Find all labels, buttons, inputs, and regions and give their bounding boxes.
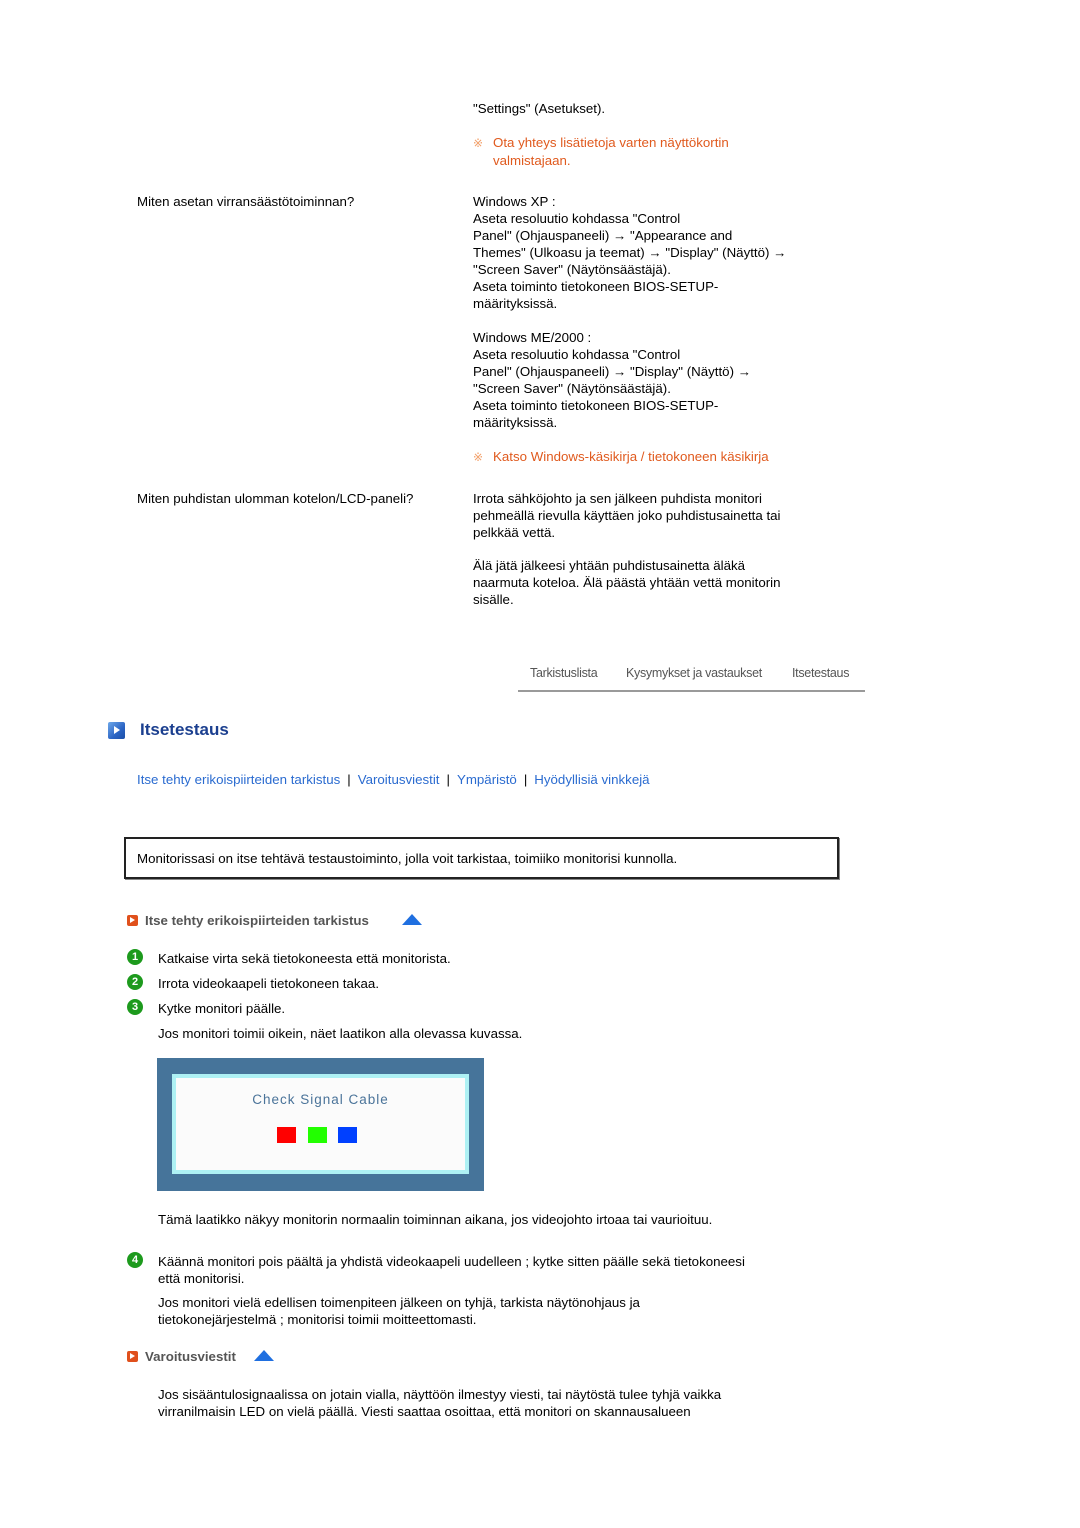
info-box-text: Monitorissasi on itse tehtävä testaustoi… (137, 851, 678, 866)
answer-cleaning-2: Älä jätä jälkeesi yhtään puhdistusainett… (473, 558, 781, 607)
reference-mark-icon: ※ (473, 136, 484, 150)
monitor-message: Check Signal Cable (252, 1092, 389, 1107)
link-self-test-features[interactable]: Itse tehty erikoispiirteiden tarkistus (137, 772, 340, 787)
step-note: Jos monitori toimii oikein, näet laatiko… (158, 1026, 523, 1041)
tab-checklist[interactable]: Tarkistuslista (530, 666, 598, 680)
section-bullet-icon (127, 915, 138, 926)
section-tabs: Tarkistuslista Kysymykset ja vastaukset … (518, 664, 865, 692)
section-title-self-test: Itse tehty erikoispiirteiden tarkistus (145, 913, 369, 928)
info-box: Monitorissasi on itse tehtävä testaustoi… (124, 837, 839, 879)
step-text: Käännä monitori pois päältä ja yhdistä v… (158, 1254, 745, 1286)
section-links: Itse tehty erikoispiirteiden tarkistus | V… (137, 772, 650, 787)
tab-self-test[interactable]: Itsetestaus (792, 666, 849, 680)
separator: | (446, 772, 450, 787)
monitor-screen: Check Signal Cable (172, 1074, 469, 1174)
red-square (277, 1127, 296, 1143)
answer-tail: "Settings" (Asetukset). (473, 101, 606, 116)
answer-windows-me: Windows ME/2000 : Aseta resoluutio kohda… (473, 330, 751, 430)
link-useful-tips[interactable]: Hyödyllisiä vinkkejä (534, 772, 649, 787)
step-text: Katkaise virta sekä tietokoneesta että m… (158, 951, 451, 966)
question-power-saving: Miten asetan virransäästötoiminnan? (137, 194, 355, 209)
separator: | (347, 772, 351, 787)
blue-square (338, 1127, 357, 1143)
link-environment[interactable]: Ympäristö (457, 772, 517, 787)
check-signal-cable-image: Check Signal Cable (157, 1058, 484, 1191)
back-to-top-icon[interactable] (254, 1350, 274, 1361)
step-note: Jos monitori vielä edellisen toimenpitee… (158, 1295, 640, 1327)
image-caption: Tämä laatikko näkyy monitorin normaalin … (158, 1212, 713, 1227)
tab-faq[interactable]: Kysymykset ja vastaukset (626, 666, 762, 680)
link-warning-messages[interactable]: Varoitusviestit (358, 772, 440, 787)
section-title-warnings: Varoitusviestit (145, 1349, 236, 1364)
play-icon (108, 722, 125, 739)
step-text: Kytke monitori päälle. (158, 1001, 286, 1016)
answer-windows-xp: Windows XP : Aseta resoluutio kohdassa "… (473, 194, 787, 311)
back-to-top-icon[interactable] (402, 914, 422, 925)
answer-cleaning-1: Irrota sähköjohto ja sen jälkeen puhdist… (473, 491, 781, 540)
warnings-text: Jos sisääntulosignaalissa on jotain vial… (158, 1387, 722, 1419)
note-contact-vendor: ※ Ota yhteys lisätietoja varten näyttökor… (473, 135, 729, 168)
step-number-icon: 3 (127, 999, 143, 1015)
section-bullet-icon (127, 1351, 138, 1362)
reference-mark-icon: ※ (473, 450, 484, 464)
step-number-icon: 4 (127, 1252, 143, 1268)
note-see-manual: ※ Katso Windows-käsikirja / tietokoneen k… (473, 449, 769, 464)
step-number-icon: 2 (127, 974, 143, 990)
page-title: Itsetestaus (140, 720, 229, 739)
green-square (308, 1127, 327, 1143)
separator: | (523, 772, 528, 787)
question-cleaning: Miten puhdistan ulomman kotelon/LCD-pane… (137, 491, 414, 506)
step-text: Irrota videokaapeli tietokoneen takaa. (158, 976, 380, 991)
step-number-icon: 1 (127, 949, 143, 965)
